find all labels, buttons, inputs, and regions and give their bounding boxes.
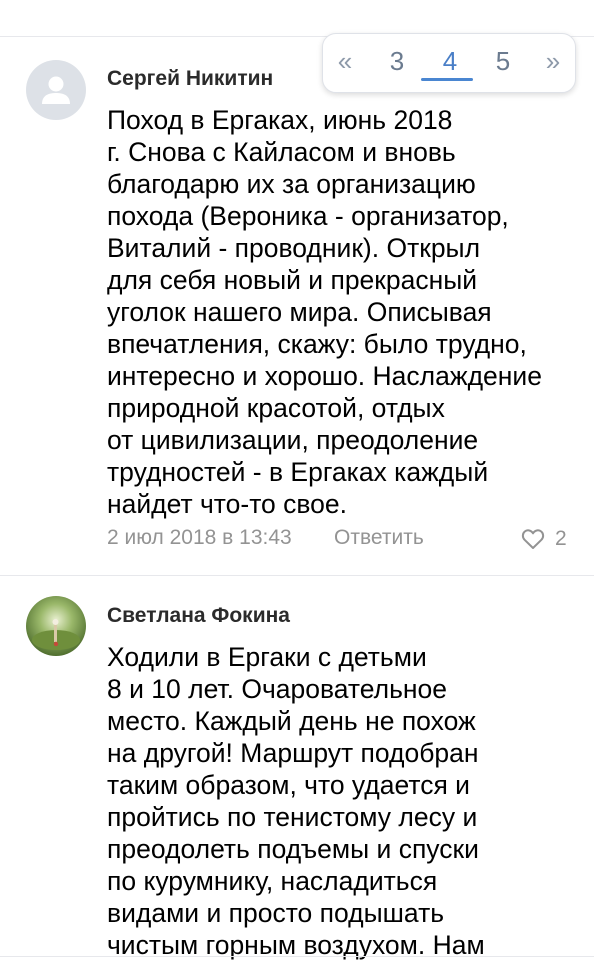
comment-line: преодолеть подъемы и спуски — [107, 834, 479, 864]
pagination-page-5[interactable]: 5 — [487, 46, 519, 77]
comment-line: видами и просто подышать — [107, 898, 445, 928]
avatar-sergey[interactable] — [26, 60, 86, 120]
avatar-photo-image — [26, 596, 86, 656]
comment-line: таким образом, что удается и — [107, 770, 470, 800]
comment-line: благодарю их за организацию — [107, 169, 476, 199]
comment-line: природной красотой, отдых — [107, 393, 445, 423]
comment-line: интересно и хорошо. Наслаждение — [107, 361, 542, 391]
comment-text: Поход в Ергаках, июнь 2018 г. Снова с Ка… — [107, 104, 577, 520]
comment-line: Поход в Ергаках, июнь 2018 — [107, 105, 453, 135]
pagination-current-indicator — [421, 78, 473, 81]
comment-line: место. Каждый день не похож — [107, 706, 476, 736]
comment-line: 8 и 10 лет. Очаровательное — [107, 674, 447, 704]
like-count: 2 — [555, 527, 567, 550]
pagination: « 3 4 5 » — [322, 33, 576, 93]
pagination-prev-button[interactable]: « — [329, 46, 361, 77]
comment-author[interactable]: Светлана Фокина — [107, 604, 290, 628]
pagination-page-3[interactable]: 3 — [381, 46, 413, 77]
comment-line: Ходили в Ергаки с детьми — [107, 642, 427, 672]
reply-button[interactable]: Ответить — [334, 526, 424, 550]
comment-line: по курумнику, насладиться — [107, 866, 438, 896]
comment-line: уголок нашего мира. Описывая — [107, 297, 492, 327]
comment-line: найдет что-то свое. — [107, 489, 348, 519]
comment-line: впечатления, скажу: было трудно, — [107, 329, 527, 359]
avatar-svetlana[interactable] — [26, 596, 86, 656]
user-silhouette-icon — [42, 76, 70, 104]
comment-line: г. Снова с Кайласом и вновь — [107, 137, 456, 167]
heart-outline-icon — [521, 529, 545, 549]
comment-divider — [0, 575, 594, 576]
comment-line: Виталий - проводник). Открыл — [107, 233, 481, 263]
comment-line: на другой! Маршрут подобран — [107, 738, 479, 768]
comment-author[interactable]: Сергей Никитин — [107, 67, 273, 91]
like-button[interactable]: 2 — [521, 525, 567, 553]
comment-date[interactable]: 2 июл 2018 в 13:43 — [107, 526, 292, 550]
bottom-divider — [0, 956, 594, 957]
comment-line: для себя новый и прекрасный — [107, 265, 478, 295]
pagination-page-current[interactable]: 4 — [434, 46, 466, 77]
comment-line: пройтись по тенистому лесу и — [107, 802, 478, 832]
comment-line: похода (Вероника - организатор, — [107, 201, 509, 231]
comment-line: трудностей - в Ергаках каждый — [107, 457, 489, 487]
pagination-next-button[interactable]: » — [537, 46, 569, 77]
comment-text: Ходили в Ергаки с детьми 8 и 10 лет. Оча… — [107, 641, 577, 961]
comment-line: от цивилизации, преодоление — [107, 425, 479, 455]
